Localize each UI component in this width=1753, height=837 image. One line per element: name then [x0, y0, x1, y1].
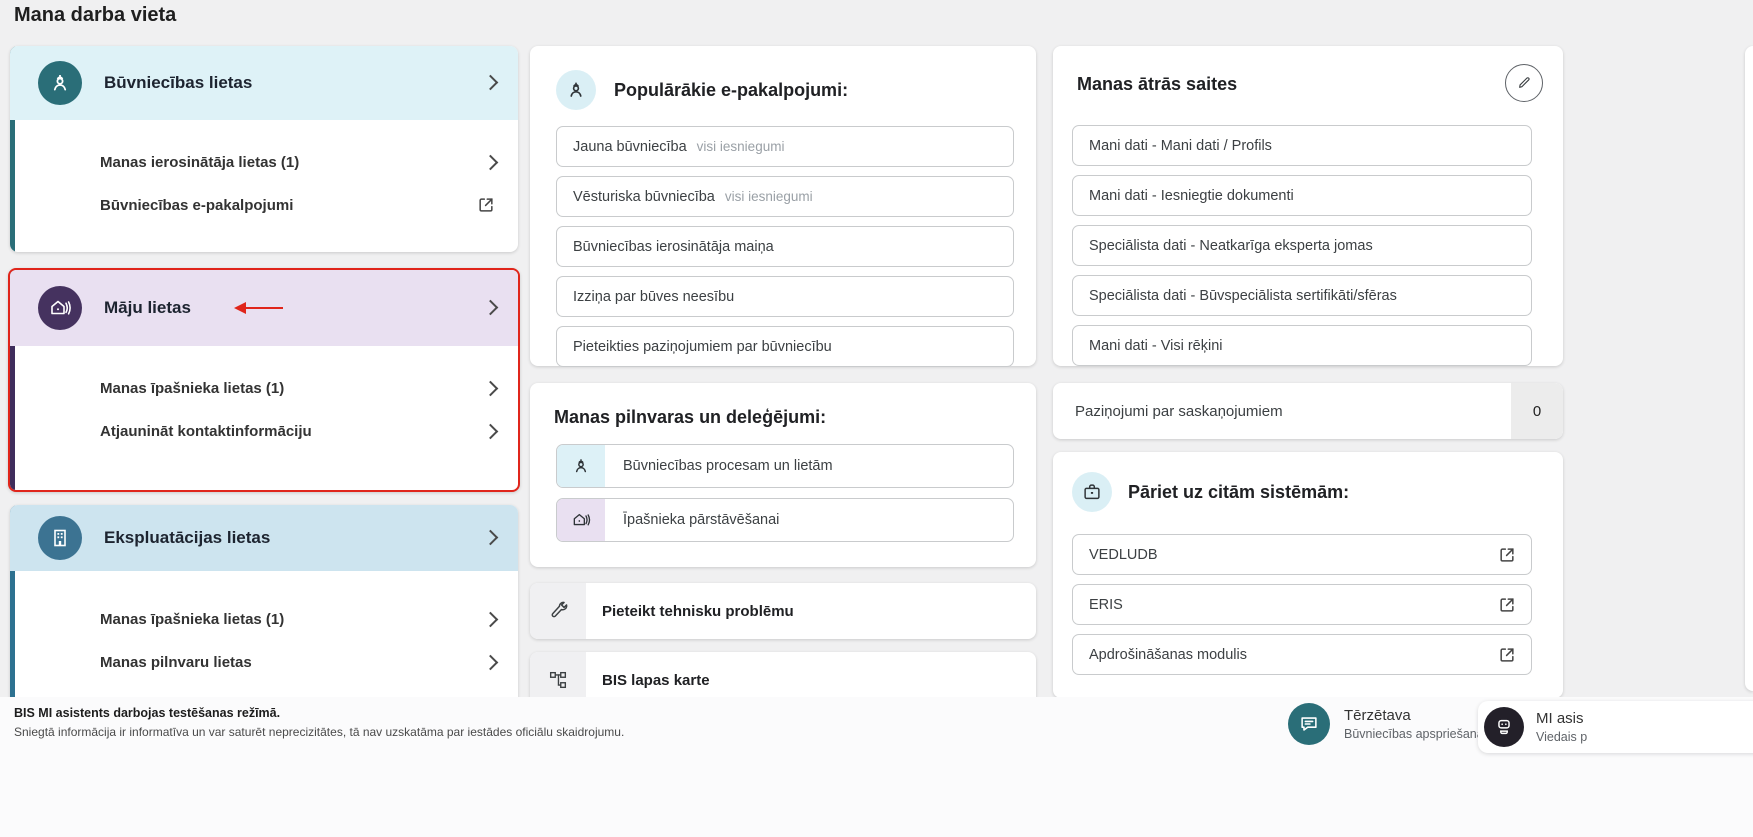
chevron-right-icon — [483, 423, 499, 439]
section-title: Manas pilnvaras un deleģējumi: — [530, 383, 1036, 444]
chevron-right-icon — [483, 75, 499, 91]
system-link-vedludb[interactable]: VEDLUDB — [1072, 534, 1532, 575]
card-quick-links: Manas ātrās saites Mani dati - Mani dati… — [1053, 46, 1563, 366]
notifications-count-badge: 0 — [1511, 383, 1563, 439]
card-title: Ekspluatācijas lietas — [104, 528, 270, 548]
red-highlight-arrow — [233, 301, 285, 315]
building-icon — [38, 516, 82, 560]
page-title: Mana darba vieta — [14, 4, 176, 27]
wrench-icon — [530, 583, 586, 639]
menu-item-ipasnieka-lietas-ekspl[interactable]: Manas īpašnieka lietas (1) — [10, 601, 496, 637]
quick-link-iesniegtie-dokumenti[interactable]: Mani dati - Iesniegtie dokumenti — [1072, 175, 1532, 216]
card-pilnvaras-delegejumi: Manas pilnvaras un deleģējumi: Būvniecīb… — [530, 383, 1036, 567]
footer-bar: BIS MI asistents darbojas testēšanas rež… — [0, 697, 1753, 837]
eservice-vesturiska-buvnieciba[interactable]: Vēsturiska būvniecība visi iesniegumi — [556, 176, 1014, 217]
quick-link-buvspecialista-sertifikati[interactable]: Speciālista dati - Būvspeciālista sertif… — [1072, 275, 1532, 316]
construction-person-icon — [38, 61, 82, 105]
menu-item-ipasnieka-lietas[interactable]: Manas īpašnieka lietas (1) — [10, 370, 496, 406]
system-link-eris[interactable]: ERIS — [1072, 584, 1532, 625]
construction-person-icon — [557, 445, 605, 487]
quick-link-mani-dati-profils[interactable]: Mani dati - Mani dati / Profils — [1072, 125, 1532, 166]
eservice-ierosinataja-maina[interactable]: Būvniecības ierosinātāja maiņa — [556, 226, 1014, 267]
notifications-approvals-row[interactable]: Paziņojumi par saskaņojumiem 0 — [1053, 383, 1563, 439]
card-title: Būvniecības lietas — [104, 73, 252, 93]
section-title: Manas ātrās saites — [1053, 46, 1563, 95]
briefcase-icon — [1072, 472, 1112, 512]
ekspluatacijas-lietas-header[interactable]: Ekspluatācijas lietas — [10, 505, 518, 571]
chat-terzetava-button[interactable]: Tērzētava Būvniecības apspriešana — [1288, 703, 1484, 745]
chevron-right-icon — [483, 300, 499, 316]
ai-assistant-test-mode-notice: BIS MI asistents darbojas testēšanas rež… — [14, 706, 624, 739]
eservice-izzina-par-buves-neesibu[interactable]: Izziņa par būves neesību — [556, 276, 1014, 317]
external-link-icon — [1497, 595, 1517, 615]
quick-link-neatkariga-eksperta-jomas[interactable]: Speciālista dati - Neatkarīga eksperta j… — [1072, 225, 1532, 266]
card-other-systems: Pāriet uz citām sistēmām: VEDLUDB ERIS — [1053, 452, 1563, 698]
quick-link-visi-rekini[interactable]: Mani dati - Visi rēķini — [1072, 325, 1532, 366]
chevron-right-icon — [483, 611, 499, 627]
card-maju-lietas-highlighted: Māju lietas Manas īpašnieka lietas (1) A… — [8, 268, 520, 492]
mandate-ipasnieka-parstavesanai[interactable]: Īpašnieka pārstāvēšanai — [556, 498, 1014, 542]
edit-quick-links-button[interactable] — [1505, 64, 1543, 102]
system-link-apdrosinasanas-modulis[interactable]: Apdrošināšanas modulis — [1072, 634, 1532, 675]
buvniecibas-lietas-header[interactable]: Būvniecības lietas — [10, 46, 518, 120]
eservice-jauna-buvnieciba[interactable]: Jauna būvniecība visi iesniegumi — [556, 126, 1014, 167]
chevron-right-icon — [483, 154, 499, 170]
maju-lietas-header[interactable]: Māju lietas — [10, 270, 518, 346]
house-icon — [557, 499, 605, 541]
menu-item-atjauninat-kontaktinformaciju[interactable]: Atjaunināt kontaktinformāciju — [10, 413, 496, 449]
chat-bubble-icon — [1288, 703, 1330, 745]
card-popular-eservices: Populārākie e-pakalpojumi: Jauna būvniec… — [530, 46, 1036, 366]
bis-dashboard: Mana darba vieta Būvniecības lietas Mana… — [0, 0, 1753, 837]
eservice-pieteikties-pazinojumiem[interactable]: Pieteikties paziņojumiem par būvniecību — [556, 326, 1014, 367]
mandate-buvniecibas-procesam[interactable]: Būvniecības procesam un lietām — [556, 444, 1014, 488]
external-link-icon — [1497, 545, 1517, 565]
external-link-icon — [476, 195, 496, 215]
chevron-right-icon — [483, 380, 499, 396]
section-title: Pāriet uz citām sistēmām: — [1128, 482, 1349, 503]
house-icon — [38, 286, 82, 330]
menu-item-pilnvaru-lietas[interactable]: Manas pilnvaru lietas — [10, 644, 496, 680]
ai-assistant-button[interactable]: MI asis Viedais p — [1478, 701, 1753, 753]
hint-visi-iesniegumi: visi iesniegumi — [697, 139, 785, 154]
card-buvniecibas-lietas: Būvniecības lietas Manas ierosinātāja li… — [10, 46, 518, 252]
chevron-right-icon — [483, 530, 499, 546]
construction-person-icon — [556, 70, 596, 110]
section-title: Populārākie e-pakalpojumi: — [614, 80, 848, 101]
card-title: Māju lietas — [104, 298, 191, 318]
pencil-icon — [1516, 75, 1532, 91]
hint-visi-iesniegumi: visi iesniegumi — [725, 189, 813, 204]
menu-item-ierosinataja-lietas[interactable]: Manas ierosinātāja lietas (1) — [10, 144, 496, 180]
external-link-icon — [1497, 645, 1517, 665]
robot-icon — [1484, 707, 1524, 747]
chevron-right-icon — [483, 654, 499, 670]
cut-off-card-edge — [1745, 46, 1753, 691]
menu-item-buvniecibas-epakalpojumi[interactable]: Būvniecības e-pakalpojumi — [10, 187, 496, 223]
report-technical-problem-button[interactable]: Pieteikt tehnisku problēmu — [530, 583, 1036, 639]
